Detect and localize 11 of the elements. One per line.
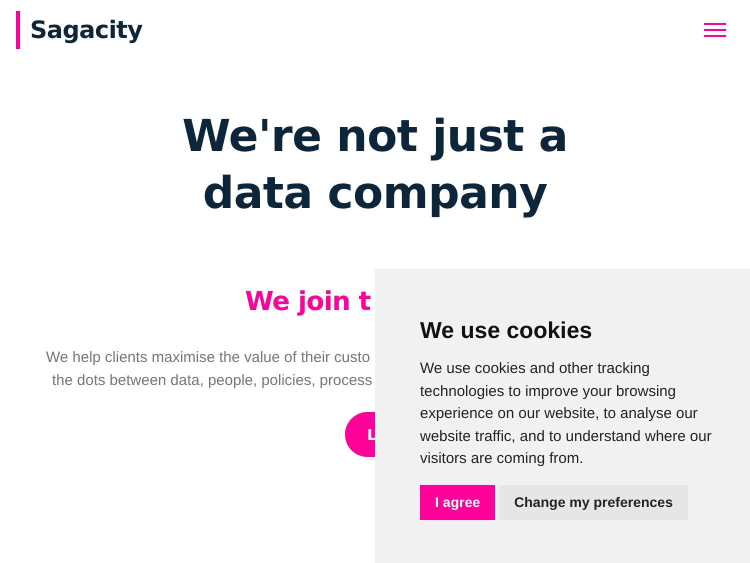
body-text-line: We help clients maximise the value of their custo — [46, 348, 372, 368]
body-text-line: the dots between data, people, policies, process — [52, 371, 374, 391]
logo-bar — [16, 11, 20, 49]
agree-button[interactable]: I agree — [420, 484, 496, 520]
logo[interactable]: Sagacity — [30, 16, 142, 44]
cookie-text: We use cookies and other tracking technologies to improve your browsing experience on our website, to analyse our website traffic, and to understand where our visitors are coming from. — [420, 359, 713, 469]
section-heading: We join t — [245, 286, 372, 319]
hero-title: We're not just a data company — [181, 110, 569, 221]
menu-icon[interactable] — [704, 22, 726, 38]
preferences-button[interactable]: Change my preferences — [499, 484, 688, 520]
cookie-title: We use cookies — [420, 317, 594, 344]
